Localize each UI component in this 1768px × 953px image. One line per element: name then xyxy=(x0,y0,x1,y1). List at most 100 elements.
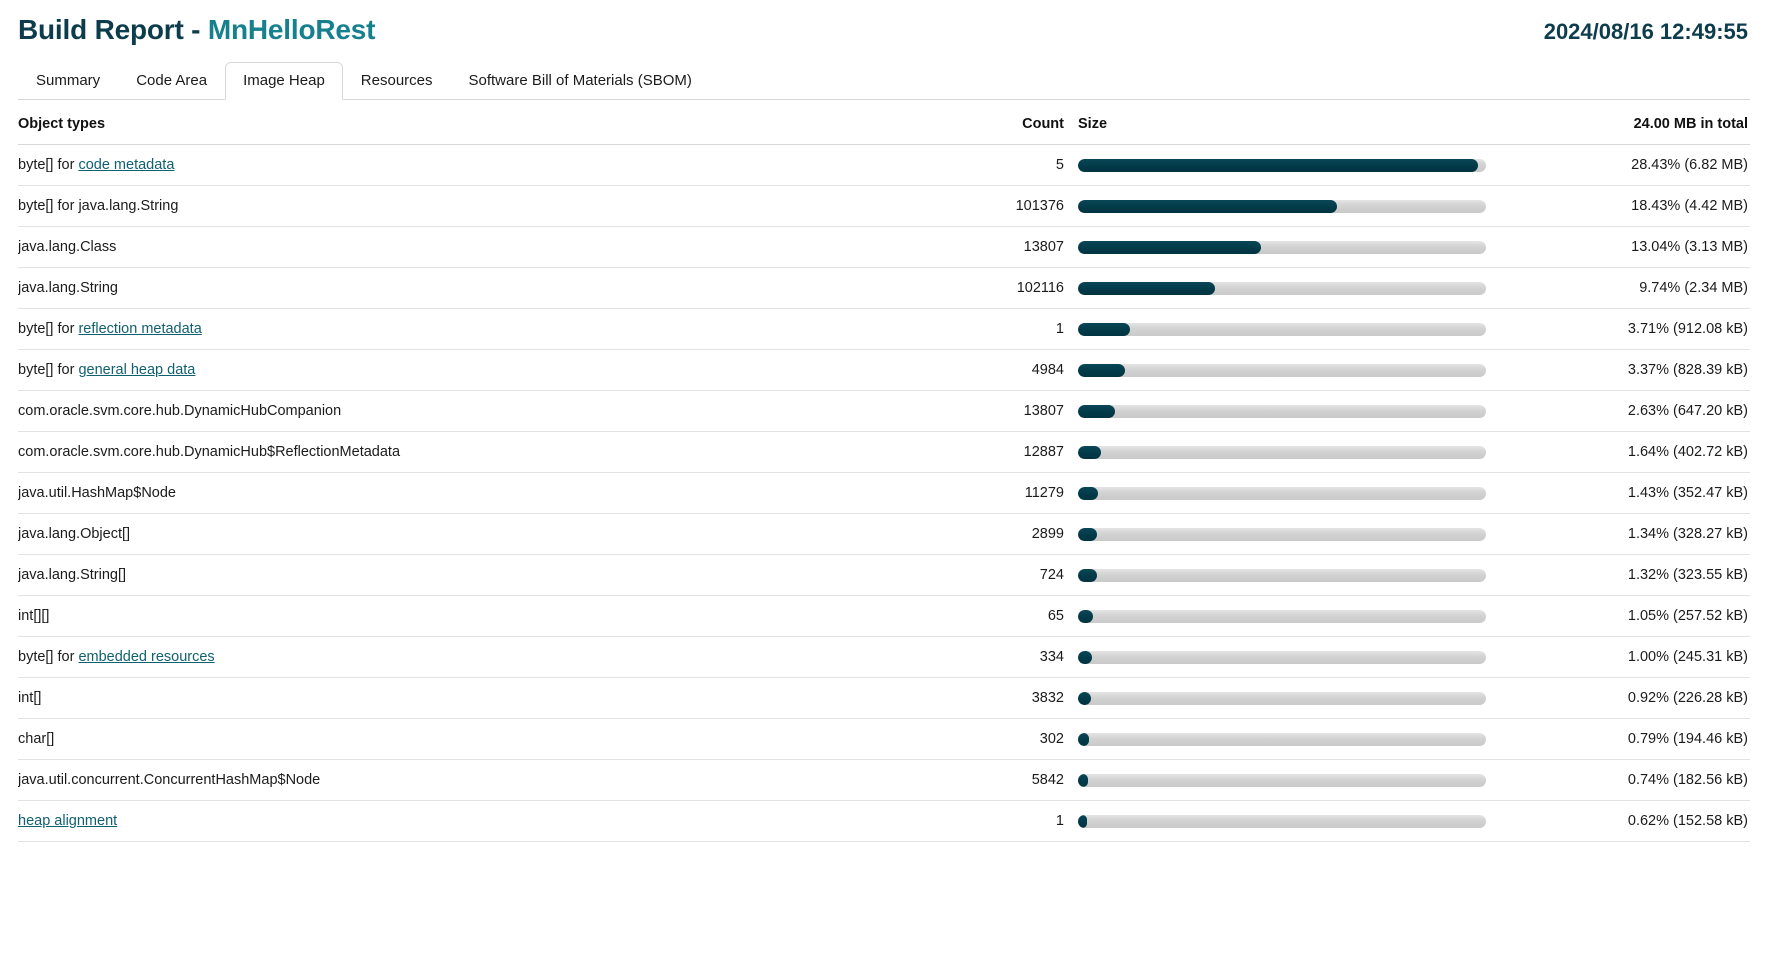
size-bar-cell xyxy=(1078,677,1508,719)
object-count-cell: 102116 xyxy=(958,267,1078,309)
table-row: java.lang.String[] 724 1.32% (323.55 kB) xyxy=(18,554,1750,596)
size-bar-track xyxy=(1078,814,1486,828)
table-row: byte[] for embedded resources 334 1.00% (2… xyxy=(18,636,1750,678)
object-type-cell: byte[] for reflection metadata xyxy=(18,308,958,350)
size-bar-fill xyxy=(1078,773,1089,787)
object-type-link[interactable]: embedded resources xyxy=(78,649,214,665)
object-type-cell: int[][] xyxy=(18,595,958,637)
size-bar-fill xyxy=(1078,486,1099,500)
size-label-cell: 1.34% (328.27 kB) xyxy=(1508,513,1750,555)
size-bar-fill xyxy=(1078,568,1097,582)
total-size-label: 24.00 MB in total xyxy=(1508,106,1750,145)
size-bar-cell xyxy=(1078,144,1508,186)
object-type-cell: com.oracle.svm.core.hub.DynamicHub$Refle… xyxy=(18,431,958,473)
size-bar-cell xyxy=(1078,513,1508,555)
object-count-cell: 302 xyxy=(958,718,1078,760)
object-count-cell: 5 xyxy=(958,144,1078,186)
size-label-cell: 2.63% (647.20 kB) xyxy=(1508,390,1750,432)
size-bar-fill xyxy=(1078,814,1087,828)
object-type-link[interactable]: general heap data xyxy=(78,362,195,378)
size-bar-track xyxy=(1078,158,1486,172)
size-label-cell: 0.92% (226.28 kB) xyxy=(1508,677,1750,719)
object-type-cell: java.lang.Class xyxy=(18,226,958,268)
size-label-cell: 0.79% (194.46 kB) xyxy=(1508,718,1750,760)
size-label-cell: 3.71% (912.08 kB) xyxy=(1508,308,1750,350)
column-header-object-types[interactable]: Object types xyxy=(18,106,958,145)
size-bar-fill xyxy=(1078,240,1262,254)
object-type-cell: int[] xyxy=(18,677,958,719)
size-bar-fill xyxy=(1078,281,1215,295)
project-name: MnHelloRest xyxy=(207,14,376,45)
size-bar-track xyxy=(1078,486,1486,500)
table-row: byte[] for general heap data 4984 3.37% (8… xyxy=(18,349,1750,391)
size-label-cell: 28.43% (6.82 MB) xyxy=(1508,144,1750,186)
table-row: java.lang.String 102116 9.74% (2.34 MB) xyxy=(18,267,1750,309)
size-bar-track xyxy=(1078,732,1486,746)
size-bar-cell xyxy=(1078,308,1508,350)
object-type-link[interactable]: heap alignment xyxy=(18,813,117,829)
size-bar-fill xyxy=(1078,691,1091,705)
table-body: byte[] for code metadata 5 28.43% (6.82 MB… xyxy=(18,144,1750,842)
object-count-cell: 1 xyxy=(958,800,1078,842)
size-label-cell: 1.05% (257.52 kB) xyxy=(1508,595,1750,637)
size-bar-track xyxy=(1078,240,1486,254)
object-type-link[interactable]: reflection metadata xyxy=(78,321,201,337)
table-row: byte[] for reflection metadata 1 3.71% (91… xyxy=(18,308,1750,350)
size-label-cell: 0.62% (152.58 kB) xyxy=(1508,800,1750,842)
table-row: byte[] for code metadata 5 28.43% (6.82 MB… xyxy=(18,144,1750,186)
tab-software-bill-of-materials-sbom[interactable]: Software Bill of Materials (SBOM) xyxy=(451,62,710,100)
table-row: int[] 3832 0.92% (226.28 kB) xyxy=(18,677,1750,719)
tab-bar: Summary Code Area Image Heap Resources Softw… xyxy=(18,62,1750,100)
table-row: int[][] 65 1.05% (257.52 kB) xyxy=(18,595,1750,637)
object-count-cell: 334 xyxy=(958,636,1078,678)
size-bar-cell xyxy=(1078,554,1508,596)
tab-resources[interactable]: Resources xyxy=(343,62,451,100)
object-type-link[interactable]: code metadata xyxy=(78,157,174,173)
size-bar-track xyxy=(1078,568,1486,582)
size-bar-fill xyxy=(1078,363,1126,377)
size-bar-fill xyxy=(1078,199,1338,213)
size-bar-fill xyxy=(1078,732,1090,746)
object-count-cell: 11279 xyxy=(958,472,1078,514)
table-row: java.util.concurrent.ConcurrentHashMap$N… xyxy=(18,759,1750,801)
size-label-cell: 1.00% (245.31 kB) xyxy=(1508,636,1750,678)
object-count-cell: 3832 xyxy=(958,677,1078,719)
size-bar-cell xyxy=(1078,226,1508,268)
size-label-cell: 3.37% (828.39 kB) xyxy=(1508,349,1750,391)
object-count-cell: 12887 xyxy=(958,431,1078,473)
size-bar-track xyxy=(1078,527,1486,541)
object-count-cell: 5842 xyxy=(958,759,1078,801)
column-header-size[interactable]: Size xyxy=(1078,106,1508,145)
object-type-cell: byte[] for embedded resources xyxy=(18,636,958,678)
table-row: com.oracle.svm.core.hub.DynamicHub$Refle… xyxy=(18,431,1750,473)
object-count-cell: 1 xyxy=(958,308,1078,350)
size-bar-track xyxy=(1078,445,1486,459)
size-bar-fill xyxy=(1078,527,1097,541)
size-bar-cell xyxy=(1078,472,1508,514)
size-bar-fill xyxy=(1078,158,1478,172)
size-bar-fill xyxy=(1078,445,1102,459)
table-row: java.util.HashMap$Node 11279 1.43% (352.47… xyxy=(18,472,1750,514)
size-bar-track xyxy=(1078,773,1486,787)
table-row: com.oracle.svm.core.hub.DynamicHubCompan… xyxy=(18,390,1750,432)
page-title: Build Report - MnHelloRest xyxy=(18,14,375,46)
object-type-cell: byte[] for general heap data xyxy=(18,349,958,391)
object-count-cell: 65 xyxy=(958,595,1078,637)
size-bar-track xyxy=(1078,691,1486,705)
tab-summary[interactable]: Summary xyxy=(18,62,118,100)
tab-image-heap[interactable]: Image Heap xyxy=(225,62,343,100)
size-label-cell: 1.64% (402.72 kB) xyxy=(1508,431,1750,473)
size-label-cell: 13.04% (3.13 MB) xyxy=(1508,226,1750,268)
size-bar-cell xyxy=(1078,390,1508,432)
object-type-cell: java.lang.Object[] xyxy=(18,513,958,555)
object-count-cell: 4984 xyxy=(958,349,1078,391)
tab-code-area[interactable]: Code Area xyxy=(118,62,225,100)
column-header-count[interactable]: Count xyxy=(958,106,1078,145)
size-bar-cell xyxy=(1078,595,1508,637)
size-bar-fill xyxy=(1078,609,1093,623)
build-report-page: Build Report - MnHelloRest 2024/08/16 12… xyxy=(0,0,1768,953)
size-bar-track xyxy=(1078,199,1486,213)
size-bar-cell xyxy=(1078,349,1508,391)
object-count-cell: 724 xyxy=(958,554,1078,596)
object-count-cell: 2899 xyxy=(958,513,1078,555)
